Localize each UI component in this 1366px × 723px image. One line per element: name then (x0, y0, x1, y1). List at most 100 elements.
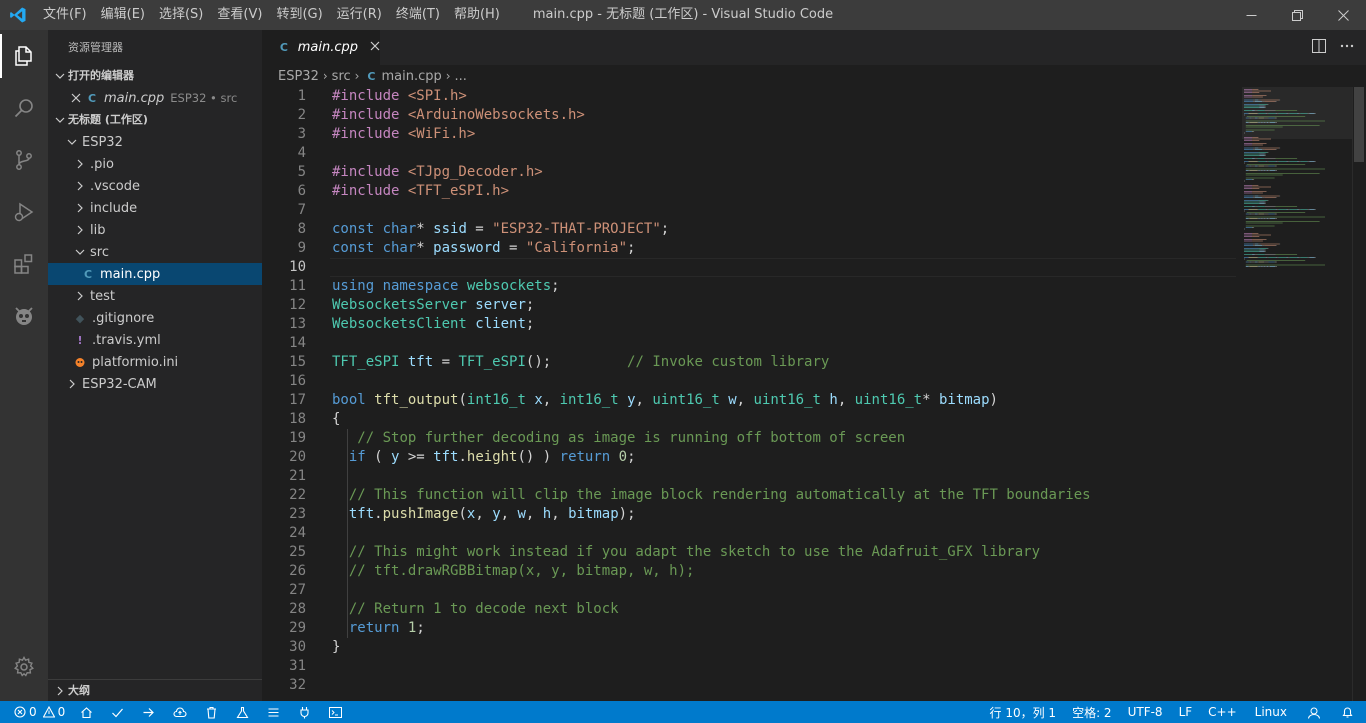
terminal-icon[interactable] (320, 701, 351, 723)
settings-gear-icon[interactable] (0, 641, 48, 693)
search-icon[interactable] (0, 82, 48, 134)
code-line[interactable]: 11 using namespace websockets; (262, 277, 1366, 296)
menu-help[interactable]: 帮助(H) (447, 0, 507, 30)
flask-icon[interactable] (227, 701, 258, 723)
code-token: <ArduinoWebsockets.h> (407, 107, 585, 123)
tree-folder-pio[interactable]: .pio (48, 153, 262, 175)
code-line[interactable]: 17 bool tft_output(int16_t x, int16_t y, … (262, 391, 1366, 410)
code-line[interactable]: 25 // This might work instead if you ada… (262, 543, 1366, 562)
tree-folder-include[interactable]: include (48, 197, 262, 219)
code-line[interactable]: 26 // tft.drawRGBBitmap(x, y, bitmap, w,… (262, 562, 1366, 581)
cloud-upload-icon[interactable] (164, 701, 196, 723)
code-line[interactable]: 29 return 1; (262, 619, 1366, 638)
more-actions-icon[interactable] (1340, 39, 1354, 57)
code-line[interactable]: 7 (262, 201, 1366, 220)
menu-run[interactable]: 运行(R) (330, 0, 389, 30)
code-line[interactable]: 32 (262, 676, 1366, 695)
code-line[interactable]: 1 #include <SPI.h> (262, 87, 1366, 106)
close-icon[interactable] (370, 40, 380, 55)
indentation[interactable]: 空格: 2 (1064, 701, 1120, 723)
notifications-icon[interactable] (1331, 701, 1366, 723)
code-line[interactable]: 19 // Stop further decoding as image is … (262, 429, 1366, 448)
feedback-icon[interactable] (1297, 701, 1331, 723)
code-line[interactable]: 14 (262, 334, 1366, 353)
plug-icon[interactable] (289, 701, 320, 723)
breadcrumb-item[interactable]: ... (455, 69, 467, 84)
tree-file-platformio-ini[interactable]: platformio.ini (48, 351, 262, 373)
close-window-button[interactable] (1320, 0, 1366, 30)
source-control-icon[interactable] (0, 134, 48, 186)
tree-folder-test[interactable]: test (48, 285, 262, 307)
minimap[interactable] (1242, 87, 1352, 267)
code-line[interactable]: 27 (262, 581, 1366, 600)
list-icon[interactable] (258, 701, 289, 723)
open-editor-item[interactable]: C main.cpp ESP32 • src (48, 87, 262, 109)
code-line[interactable]: 22 // This function will clip the image … (262, 486, 1366, 505)
code-token: * (416, 240, 434, 256)
code-line[interactable]: 9 const char* password = "California"; (262, 239, 1366, 258)
code-line[interactable]: 3 #include <WiFi.h> (262, 125, 1366, 144)
scrollbar-thumb[interactable] (1354, 87, 1364, 162)
encoding[interactable]: UTF-8 (1120, 701, 1171, 723)
tree-folder-esp32[interactable]: ESP32 (48, 131, 262, 153)
outline-header[interactable]: 大纲 (48, 679, 262, 701)
split-editor-icon[interactable] (1312, 38, 1326, 57)
tree-file-travis[interactable]: ! .travis.yml (48, 329, 262, 351)
open-editors-header[interactable]: 打开的编辑器 (48, 65, 262, 87)
tree-folder-esp32-cam[interactable]: ESP32-CAM (48, 373, 262, 395)
tree-folder-vscode[interactable]: .vscode (48, 175, 262, 197)
code-line[interactable]: 16 (262, 372, 1366, 391)
platformio-icon[interactable] (0, 290, 48, 342)
code-line[interactable]: 31 (262, 657, 1366, 676)
code-line[interactable]: 13 WebsocketsClient client; (262, 315, 1366, 334)
arrow-right-icon[interactable] (133, 701, 164, 723)
code-line[interactable]: 23 tft.pushImage(x, y, w, h, bitmap); (262, 505, 1366, 524)
code-line[interactable]: 24 (262, 524, 1366, 543)
minimap-token (1252, 144, 1263, 146)
code-line[interactable]: 4 (262, 144, 1366, 163)
code-line[interactable]: 8 const char* ssid = "ESP32-THAT-PROJECT"… (262, 220, 1366, 239)
close-icon[interactable] (68, 90, 84, 106)
check-icon[interactable] (102, 701, 133, 723)
extensions-icon[interactable] (0, 238, 48, 290)
code-line[interactable]: 15 TFT_eSPI tft = TFT_eSPI(); // Invoke c… (262, 353, 1366, 372)
trash-icon[interactable] (196, 701, 227, 723)
minimize-button[interactable] (1228, 0, 1274, 30)
code-line[interactable]: 21 (262, 467, 1366, 486)
breadcrumb-item[interactable]: src (332, 69, 351, 84)
menu-view[interactable]: 查看(V) (210, 0, 269, 30)
run-debug-icon[interactable] (0, 186, 48, 238)
workspace-header[interactable]: 无标题 (工作区) (48, 109, 262, 131)
language-mode[interactable]: C++ (1200, 701, 1245, 723)
breadcrumb-item[interactable]: main.cpp (381, 69, 441, 84)
menu-edit[interactable]: 编辑(E) (94, 0, 152, 30)
code-line[interactable]: 10 (262, 258, 1366, 277)
tree-file-main-cpp[interactable]: C main.cpp (48, 263, 262, 285)
code-line[interactable]: 2 #include <ArduinoWebsockets.h> (262, 106, 1366, 125)
end-of-line[interactable]: LF (1171, 701, 1201, 723)
menu-selection[interactable]: 选择(S) (152, 0, 210, 30)
code-editor[interactable]: 1 #include <SPI.h> 2 #include <ArduinoWebso… (262, 87, 1366, 701)
code-line[interactable]: 28 // Return 1 to decode next block (262, 600, 1366, 619)
code-line[interactable]: 12 WebsocketsServer server; (262, 296, 1366, 315)
restore-button[interactable] (1274, 0, 1320, 30)
code-line[interactable]: 6 #include <TFT_eSPI.h> (262, 182, 1366, 201)
tree-folder-src[interactable]: src (48, 241, 262, 263)
tab-main-cpp[interactable]: C main.cpp (262, 30, 380, 65)
problems-indicator[interactable]: 0 0 (0, 701, 71, 723)
code-line[interactable]: 5 #include <TJpg_Decoder.h> (262, 163, 1366, 182)
menu-terminal[interactable]: 终端(T) (389, 0, 447, 30)
explorer-icon[interactable] (0, 30, 48, 82)
code-line[interactable]: 18 { (262, 410, 1366, 429)
cursor-position[interactable]: 行 10，列 1 (982, 701, 1065, 723)
tree-folder-lib[interactable]: lib (48, 219, 262, 241)
vertical-scrollbar[interactable] (1352, 87, 1366, 701)
code-line[interactable]: 30} (262, 638, 1366, 657)
menu-go[interactable]: 转到(G) (269, 0, 329, 30)
breadcrumb-item[interactable]: ESP32 (278, 69, 319, 84)
home-icon[interactable] (71, 701, 102, 723)
tree-file-gitignore[interactable]: ◆ .gitignore (48, 307, 262, 329)
os-indicator[interactable]: Linux (1245, 701, 1297, 723)
menu-file[interactable]: 文件(F) (36, 0, 94, 30)
code-line[interactable]: 20 if ( y >= tft.height() ) return 0; (262, 448, 1366, 467)
